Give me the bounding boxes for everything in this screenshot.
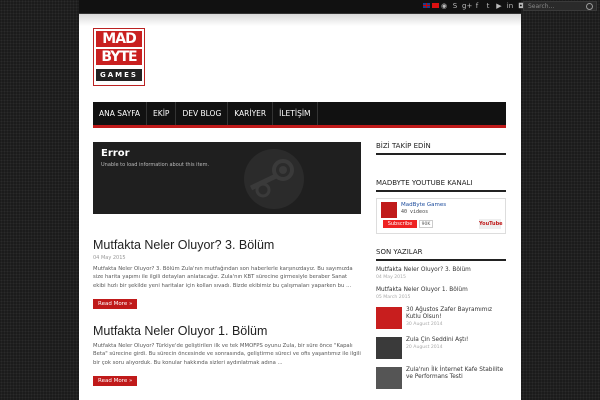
youtube-widget-title: MADBYTE YOUTUBE KANALI (376, 179, 506, 192)
search-icon[interactable] (586, 3, 593, 10)
facebook-icon[interactable]: f (473, 2, 481, 10)
recent-post-item[interactable]: Mutfakta Neler Oluyor? 3. Bölüm 04 May 2… (376, 267, 506, 281)
channel-name[interactable]: MadByte Games (401, 202, 446, 208)
recent-post-title[interactable]: Zula Çin Seddini Aştı! (406, 337, 506, 344)
skype-icon[interactable]: S (451, 2, 459, 10)
search-placeholder: Search... (528, 3, 555, 10)
youtube-channel-box: MadByte Games 40 videos Subscribe 90K Yo… (376, 198, 506, 234)
steam-logo-icon (244, 149, 304, 209)
recent-post-date: 20 August 2014 (406, 345, 443, 350)
read-more-button[interactable]: Read More » (93, 376, 138, 387)
rss-icon[interactable]: ◉ (440, 2, 448, 10)
recent-post-title[interactable]: Mutfakta Neler Oluyor? 3. Bölüm (376, 267, 506, 274)
channel-avatar[interactable] (381, 202, 397, 218)
steam-error-message: Unable to load information about this it… (101, 162, 210, 168)
twitter-icon[interactable]: t (484, 2, 492, 10)
social-icons: ◉ S g+ f t ▶ in ◘ ✉ (440, 2, 536, 10)
header-shade (79, 14, 521, 26)
linkedin-icon[interactable]: in (506, 2, 514, 10)
nav-item-home[interactable]: ANA SAYFA (93, 102, 148, 125)
recent-post-item[interactable]: Zula Çin Seddini Aştı! 20 August 2014 (376, 337, 506, 361)
nav-item-contact[interactable]: İLETİŞİM (273, 102, 318, 125)
youtube-icon[interactable]: ▶ (495, 2, 503, 10)
search-input[interactable]: Search... (523, 1, 597, 11)
post-thumbnail[interactable] (376, 337, 402, 359)
post-excerpt: Mutfakta Neler Oluyor? 3. Bölüm Zula'nın… (93, 266, 353, 289)
main-nav: ANA SAYFA EKİP DEV BLOG KARİYER İLETİŞİM (93, 102, 506, 128)
sidebar: BİZİ TAKİP EDİN MADBYTE YOUTUBE KANALI M… (376, 142, 506, 397)
post-title[interactable]: Mutfakta Neler Oluyor 1. Bölüm (93, 324, 361, 338)
post-title[interactable]: Mutfakta Neler Oluyor? 3. Bölüm (93, 238, 361, 252)
logo-line1: MAD (96, 31, 142, 47)
recent-post-date: 05 March 2015 (376, 295, 411, 300)
recent-posts-title: SON YAZILAR (376, 248, 506, 261)
subscriber-count: 90K (419, 220, 433, 228)
logo-line3: GAMES (96, 69, 142, 81)
logo-line2: BYTE (96, 49, 142, 65)
site-logo[interactable]: MAD BYTE GAMES (93, 28, 145, 86)
post-item: Mutfakta Neler Oluyor 1. Bölüm Mutfakta … (93, 324, 361, 387)
nav-item-dev-blog[interactable]: DEV BLOG (176, 102, 229, 125)
recent-post-title[interactable]: Zula'nın İlk İnternet Kafe Stabilite ve … (406, 367, 506, 381)
nav-item-career[interactable]: KARİYER (228, 102, 274, 125)
post-excerpt: Mutfakta Neler Oluyor? Türkiye'de gelişt… (93, 343, 361, 366)
post-thumbnail[interactable] (376, 307, 402, 329)
language-flags (423, 3, 439, 8)
recent-post-date: 04 May 2015 (376, 275, 406, 280)
nav-item-team[interactable]: EKİP (147, 102, 177, 125)
top-bar: ◉ S g+ f t ▶ in ◘ ✉ Search... (79, 0, 597, 14)
recent-post-item[interactable]: Zula'nın İlk İnternet Kafe Stabilite ve … (376, 367, 506, 391)
steam-widget: Error Unable to load information about t… (93, 142, 361, 214)
recent-post-item[interactable]: Mutfakta Neler Oluyor 1. Bölüm 05 March … (376, 287, 506, 301)
recent-post-item[interactable]: 30 Ağustos Zafer Bayramımız Kutlu Olsun!… (376, 307, 506, 331)
post-item: Mutfakta Neler Oluyor? 3. Bölüm 04 May 2… (93, 238, 361, 310)
steam-error-title: Error (101, 148, 130, 159)
recent-post-title[interactable]: Mutfakta Neler Oluyor 1. Bölüm (376, 287, 506, 294)
recent-post-title[interactable]: 30 Ağustos Zafer Bayramımız Kutlu Olsun! (406, 307, 506, 321)
subscribe-button[interactable]: Subscribe (383, 220, 417, 228)
youtube-logo-icon: YouTube (479, 219, 503, 229)
page-container: MAD BYTE GAMES ANA SAYFA EKİP DEV BLOG K… (79, 14, 521, 400)
read-more-button[interactable]: Read More » (93, 299, 138, 310)
google-plus-icon[interactable]: g+ (462, 2, 472, 10)
channel-video-count: 40 videos (401, 209, 429, 215)
follow-widget-title: BİZİ TAKİP EDİN (376, 142, 506, 155)
tr-flag-icon[interactable] (432, 3, 439, 8)
recent-post-date: 30 August 2014 (406, 322, 443, 327)
uk-flag-icon[interactable] (423, 3, 430, 8)
post-thumbnail[interactable] (376, 367, 402, 389)
post-date: 04 May 2015 (93, 255, 126, 261)
